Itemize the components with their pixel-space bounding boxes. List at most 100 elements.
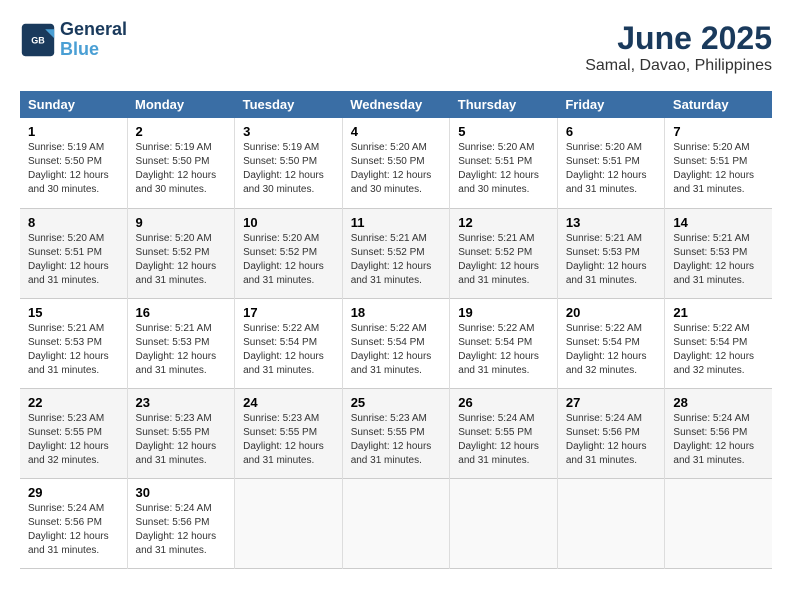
calendar-cell <box>342 478 450 568</box>
page-header: GB General Blue June 2025 Samal, Davao, … <box>20 20 772 75</box>
calendar-cell: 21 Sunrise: 5:22 AMSunset: 5:54 PMDayligh… <box>665 298 772 388</box>
day-info: Sunrise: 5:21 AMSunset: 5:53 PMDaylight:… <box>136 322 227 378</box>
day-number: 18 <box>351 305 442 320</box>
calendar-week-row: 15 Sunrise: 5:21 AMSunset: 5:53 PMDayligh… <box>20 298 772 388</box>
calendar-week-row: 22 Sunrise: 5:23 AMSunset: 5:55 PMDayligh… <box>20 388 772 478</box>
day-info: Sunrise: 5:21 AMSunset: 5:53 PMDaylight:… <box>673 232 764 288</box>
calendar-cell: 26 Sunrise: 5:24 AMSunset: 5:55 PMDayligh… <box>450 388 558 478</box>
day-info: Sunrise: 5:20 AMSunset: 5:51 PMDaylight:… <box>28 232 119 288</box>
calendar-week-row: 8 Sunrise: 5:20 AMSunset: 5:51 PMDaylight… <box>20 208 772 298</box>
day-info: Sunrise: 5:24 AMSunset: 5:56 PMDaylight:… <box>673 412 764 468</box>
day-number: 12 <box>458 215 549 230</box>
location-subtitle: Samal, Davao, Philippines <box>585 57 772 75</box>
header-friday: Friday <box>557 91 665 118</box>
calendar-cell: 12 Sunrise: 5:21 AMSunset: 5:52 PMDayligh… <box>450 208 558 298</box>
calendar-cell: 15 Sunrise: 5:21 AMSunset: 5:53 PMDayligh… <box>20 298 127 388</box>
day-info: Sunrise: 5:24 AMSunset: 5:55 PMDaylight:… <box>458 412 549 468</box>
calendar-cell: 24 Sunrise: 5:23 AMSunset: 5:55 PMDayligh… <box>235 388 343 478</box>
day-info: Sunrise: 5:20 AMSunset: 5:51 PMDaylight:… <box>458 141 549 197</box>
day-number: 24 <box>243 395 334 410</box>
day-info: Sunrise: 5:21 AMSunset: 5:53 PMDaylight:… <box>28 322 119 378</box>
day-info: Sunrise: 5:20 AMSunset: 5:52 PMDaylight:… <box>243 232 334 288</box>
calendar-cell: 16 Sunrise: 5:21 AMSunset: 5:53 PMDayligh… <box>127 298 235 388</box>
day-info: Sunrise: 5:23 AMSunset: 5:55 PMDaylight:… <box>136 412 227 468</box>
day-number: 7 <box>673 124 764 139</box>
day-number: 20 <box>566 305 657 320</box>
day-number: 30 <box>136 485 227 500</box>
day-info: Sunrise: 5:19 AMSunset: 5:50 PMDaylight:… <box>243 141 334 197</box>
calendar-week-row: 29 Sunrise: 5:24 AMSunset: 5:56 PMDayligh… <box>20 478 772 568</box>
calendar-cell: 27 Sunrise: 5:24 AMSunset: 5:56 PMDayligh… <box>557 388 665 478</box>
calendar-cell: 29 Sunrise: 5:24 AMSunset: 5:56 PMDayligh… <box>20 478 127 568</box>
calendar-cell <box>235 478 343 568</box>
day-number: 26 <box>458 395 549 410</box>
calendar-cell: 8 Sunrise: 5:20 AMSunset: 5:51 PMDaylight… <box>20 208 127 298</box>
header-sunday: Sunday <box>20 91 127 118</box>
day-info: Sunrise: 5:22 AMSunset: 5:54 PMDaylight:… <box>673 322 764 378</box>
calendar-cell: 10Sunrise: 5:20 AMSunset: 5:52 PMDayligh… <box>235 208 343 298</box>
calendar-cell: 2Sunrise: 5:19 AMSunset: 5:50 PMDaylight… <box>127 118 235 208</box>
calendar-cell: 22 Sunrise: 5:23 AMSunset: 5:55 PMDayligh… <box>20 388 127 478</box>
calendar-cell: 28 Sunrise: 5:24 AMSunset: 5:56 PMDayligh… <box>665 388 772 478</box>
calendar-cell: 11Sunrise: 5:21 AMSunset: 5:52 PMDayligh… <box>342 208 450 298</box>
logo: GB General Blue <box>20 20 127 60</box>
day-info: Sunrise: 5:24 AMSunset: 5:56 PMDaylight:… <box>136 502 227 558</box>
calendar-table: SundayMondayTuesdayWednesdayThursdayFrid… <box>20 91 772 569</box>
day-number: 5 <box>458 124 549 139</box>
svg-text:GB: GB <box>31 35 45 45</box>
day-number: 9 <box>136 215 227 230</box>
day-info: Sunrise: 5:23 AMSunset: 5:55 PMDaylight:… <box>28 412 119 468</box>
calendar-cell: 7Sunrise: 5:20 AMSunset: 5:51 PMDaylight… <box>665 118 772 208</box>
day-number: 23 <box>136 395 227 410</box>
day-info: Sunrise: 5:23 AMSunset: 5:55 PMDaylight:… <box>351 412 442 468</box>
header-thursday: Thursday <box>450 91 558 118</box>
calendar-cell: 6Sunrise: 5:20 AMSunset: 5:51 PMDaylight… <box>557 118 665 208</box>
day-number: 14 <box>673 215 764 230</box>
day-number: 19 <box>458 305 549 320</box>
day-number: 4 <box>351 124 442 139</box>
logo-icon: GB <box>20 22 56 58</box>
day-info: Sunrise: 5:20 AMSunset: 5:51 PMDaylight:… <box>566 141 657 197</box>
day-info: Sunrise: 5:22 AMSunset: 5:54 PMDaylight:… <box>243 322 334 378</box>
day-number: 16 <box>136 305 227 320</box>
day-info: Sunrise: 5:19 AMSunset: 5:50 PMDaylight:… <box>28 141 119 197</box>
calendar-cell <box>557 478 665 568</box>
day-info: Sunrise: 5:22 AMSunset: 5:54 PMDaylight:… <box>351 322 442 378</box>
header-saturday: Saturday <box>665 91 772 118</box>
day-number: 22 <box>28 395 119 410</box>
day-info: Sunrise: 5:24 AMSunset: 5:56 PMDaylight:… <box>566 412 657 468</box>
day-info: Sunrise: 5:19 AMSunset: 5:50 PMDaylight:… <box>136 141 227 197</box>
calendar-cell: 23 Sunrise: 5:23 AMSunset: 5:55 PMDayligh… <box>127 388 235 478</box>
day-info: Sunrise: 5:23 AMSunset: 5:55 PMDaylight:… <box>243 412 334 468</box>
calendar-cell <box>450 478 558 568</box>
day-info: Sunrise: 5:21 AMSunset: 5:52 PMDaylight:… <box>458 232 549 288</box>
day-number: 29 <box>28 485 119 500</box>
calendar-cell: 1 Sunrise: 5:19 AMSunset: 5:50 PMDaylight… <box>20 118 127 208</box>
calendar-cell: 20 Sunrise: 5:22 AMSunset: 5:54 PMDayligh… <box>557 298 665 388</box>
day-number: 11 <box>351 215 442 230</box>
day-info: Sunrise: 5:24 AMSunset: 5:56 PMDaylight:… <box>28 502 119 558</box>
day-number: 27 <box>566 395 657 410</box>
day-number: 21 <box>673 305 764 320</box>
day-number: 3 <box>243 124 334 139</box>
day-number: 28 <box>673 395 764 410</box>
day-info: Sunrise: 5:22 AMSunset: 5:54 PMDaylight:… <box>458 322 549 378</box>
day-number: 13 <box>566 215 657 230</box>
month-year-title: June 2025 <box>585 20 772 57</box>
day-info: Sunrise: 5:21 AMSunset: 5:53 PMDaylight:… <box>566 232 657 288</box>
day-number: 8 <box>28 215 119 230</box>
day-info: Sunrise: 5:22 AMSunset: 5:54 PMDaylight:… <box>566 322 657 378</box>
day-number: 17 <box>243 305 334 320</box>
calendar-cell: 19 Sunrise: 5:22 AMSunset: 5:54 PMDayligh… <box>450 298 558 388</box>
calendar-cell <box>665 478 772 568</box>
day-number: 15 <box>28 305 119 320</box>
calendar-cell: 14 Sunrise: 5:21 AMSunset: 5:53 PMDayligh… <box>665 208 772 298</box>
day-number: 25 <box>351 395 442 410</box>
day-info: Sunrise: 5:20 AMSunset: 5:50 PMDaylight:… <box>351 141 442 197</box>
day-number: 1 <box>28 124 119 139</box>
calendar-cell: 9 Sunrise: 5:20 AMSunset: 5:52 PMDaylight… <box>127 208 235 298</box>
calendar-cell: 30 Sunrise: 5:24 AMSunset: 5:56 PMDayligh… <box>127 478 235 568</box>
title-area: June 2025 Samal, Davao, Philippines <box>585 20 772 75</box>
header-wednesday: Wednesday <box>342 91 450 118</box>
day-info: Sunrise: 5:20 AMSunset: 5:52 PMDaylight:… <box>136 232 227 288</box>
